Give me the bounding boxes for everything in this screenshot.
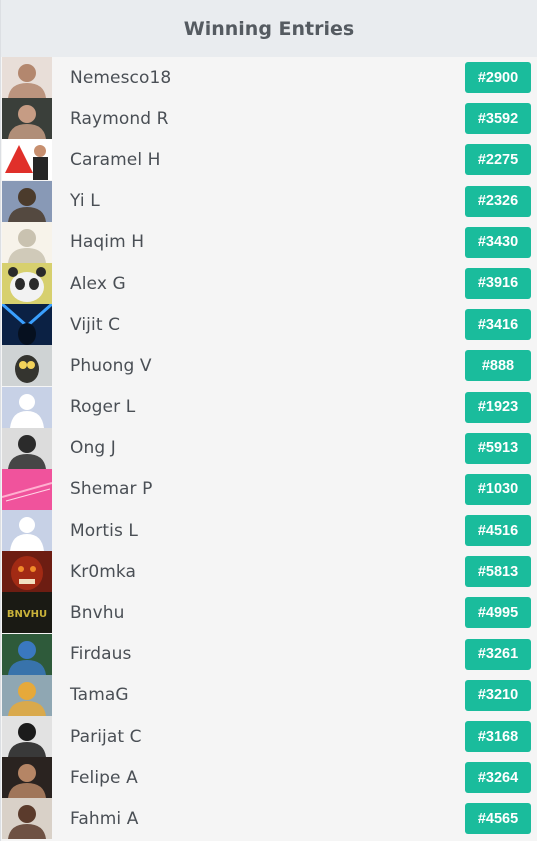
pink-gradient-avatar[interactable]	[2, 468, 52, 510]
entry-row[interactable]: Nemesco18 #2900	[1, 57, 537, 98]
sketch-avatar[interactable]	[2, 221, 52, 263]
entry-row[interactable]: Roger L #1923	[1, 386, 537, 428]
ticket-badge: #3168	[465, 721, 531, 752]
entry-row[interactable]: Caramel H #2275	[1, 139, 537, 181]
entry-name[interactable]: Shemar P	[70, 479, 152, 499]
figurine-avatar[interactable]	[2, 674, 52, 716]
outdoor-photo-avatar[interactable]	[2, 633, 52, 675]
entry-row[interactable]: Parijat C #3168	[1, 716, 537, 757]
ticket-badge: #3210	[465, 679, 531, 711]
ticket-badge: #3416	[465, 309, 531, 341]
demon-face-avatar[interactable]	[2, 551, 52, 593]
entry-row[interactable]: Haqim H #3430	[1, 221, 537, 263]
owl-avatar[interactable]	[2, 345, 52, 387]
entry-name[interactable]: Kr0mka	[70, 562, 136, 582]
entry-name[interactable]: Raymond R	[70, 109, 169, 129]
winning-entries-panel: Winning Entries Nemesco18 #2900 Raymond R #…	[0, 0, 537, 841]
group-photo-avatar[interactable]	[2, 798, 52, 840]
default-silhouette-avatar[interactable]	[2, 510, 52, 552]
ticket-badge: #1923	[465, 391, 531, 423]
entry-name[interactable]: Firdaus	[70, 644, 132, 664]
ticket-badge: #3264	[465, 762, 531, 794]
entry-name[interactable]: Parijat C	[70, 727, 142, 747]
bw-portrait-avatar[interactable]	[2, 716, 52, 757]
ticket-badge: #4565	[465, 803, 531, 835]
ticket-badge: #1030	[465, 473, 531, 505]
entry-row[interactable]: Yi L #2326	[1, 180, 537, 222]
entry-row[interactable]: Vijit C #3416	[1, 304, 537, 346]
entry-row[interactable]: TamaG #3210	[1, 674, 537, 716]
entry-name[interactable]: Vijit C	[70, 315, 120, 335]
entry-name[interactable]: Nemesco18	[70, 68, 171, 88]
entry-name[interactable]: Phuong V	[70, 356, 152, 376]
entry-row[interactable]: Fahmi A #4565	[1, 798, 537, 840]
ticket-badge: #5813	[465, 556, 531, 588]
anime-avatar[interactable]	[2, 57, 52, 98]
default-silhouette-avatar[interactable]	[2, 386, 52, 428]
entries-list: Nemesco18 #2900 Raymond R #3592 Caramel H #22…	[1, 57, 537, 840]
ticket-badge: #2900	[465, 62, 531, 93]
entry-name[interactable]: Mortis L	[70, 521, 138, 541]
entry-name[interactable]: Felipe A	[70, 768, 138, 788]
entry-name[interactable]: Roger L	[70, 397, 135, 417]
blue-light-avatar[interactable]	[2, 304, 52, 346]
entry-name[interactable]: Ong J	[70, 438, 116, 458]
entry-row[interactable]: Firdaus #3261	[1, 633, 537, 675]
bnvhu-logo-avatar[interactable]: BNVHU	[2, 592, 52, 634]
panda-avatar[interactable]	[2, 262, 52, 304]
help-sign-avatar[interactable]	[2, 139, 52, 181]
entry-row[interactable]: Ong J #5913	[1, 427, 537, 469]
ticket-badge: #3430	[465, 226, 531, 258]
entry-row[interactable]: Mortis L #4516	[1, 510, 537, 552]
entry-name[interactable]: Caramel H	[70, 150, 161, 170]
panel-header: Winning Entries	[1, 0, 537, 57]
ticket-badge: #2275	[465, 144, 531, 176]
entry-row[interactable]: Alex G #3916	[1, 262, 537, 304]
entry-name[interactable]: Haqim H	[70, 232, 144, 252]
bnvhu-logo-text: BNVHU	[7, 609, 47, 620]
entry-name[interactable]: Bnvhu	[70, 603, 125, 623]
entry-row[interactable]: Shemar P #1030	[1, 468, 537, 510]
street-photo-avatar[interactable]	[2, 180, 52, 222]
ticket-badge: #5913	[465, 432, 531, 464]
mirror-selfie-avatar[interactable]	[2, 427, 52, 469]
ticket-badge: #4995	[465, 597, 531, 629]
ticket-badge: #3592	[465, 103, 531, 135]
entry-row[interactable]: Felipe A #3264	[1, 757, 537, 799]
entry-row[interactable]: Raymond R #3592	[1, 98, 537, 140]
panel-title: Winning Entries	[183, 17, 355, 40]
entry-name[interactable]: Fahmi A	[70, 809, 138, 829]
entry-row[interactable]: BNVHU Bnvhu #4995	[1, 592, 537, 634]
ticket-badge: #4516	[465, 515, 531, 547]
person-photo-avatar[interactable]	[2, 98, 52, 140]
ticket-badge: #3916	[465, 267, 531, 299]
ticket-badge: #2326	[465, 185, 531, 217]
person-photo-avatar[interactable]	[2, 757, 52, 799]
ticket-badge: #3261	[465, 638, 531, 670]
entry-row[interactable]: Phuong V #888	[1, 345, 537, 387]
entry-name[interactable]: Alex G	[70, 274, 126, 294]
entry-row[interactable]: Kr0mka #5813	[1, 551, 537, 593]
ticket-badge: #888	[465, 350, 531, 382]
entry-name[interactable]: TamaG	[70, 685, 129, 705]
entry-name[interactable]: Yi L	[70, 191, 100, 211]
